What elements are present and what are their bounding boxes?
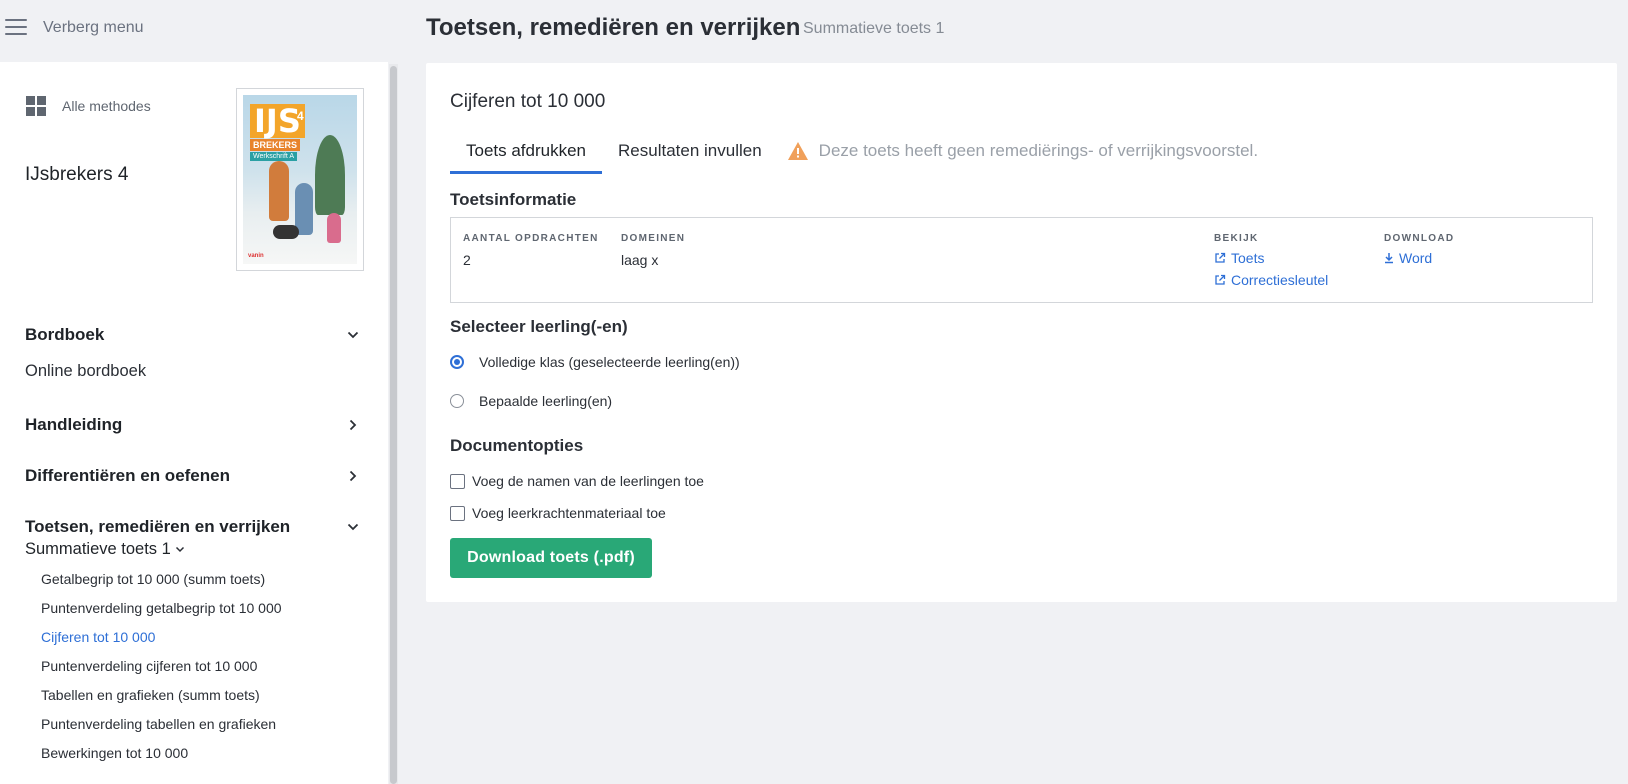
notice: Deze toets heeft geen remediërings- of v… xyxy=(787,132,1258,169)
cover-brekers: BREKERS xyxy=(250,139,301,151)
view-toets-link[interactable]: Toets xyxy=(1214,250,1328,266)
section-toetsinformatie: Toetsinformatie xyxy=(450,190,577,209)
sidebar-item[interactable]: Tabellen en grafieken (summ toets) xyxy=(41,681,282,710)
sidebar-item[interactable]: Getalbegrip tot 10 000 (summ toets) xyxy=(41,565,282,594)
sidebar-section-bordboek[interactable]: Bordboek xyxy=(25,325,361,345)
scrollbar-thumb[interactable] xyxy=(390,66,397,784)
sidebar-section-differentieren[interactable]: Differentiëren en oefenen xyxy=(25,466,361,486)
info-head: DOWNLOAD xyxy=(1384,233,1455,244)
tab-toets-afdrukken[interactable]: Toets afdrukken xyxy=(450,132,603,174)
cover-figure xyxy=(327,213,341,243)
sidebar-item[interactable]: Bewerkingen tot 10 000 xyxy=(41,739,282,768)
radio-label: Volledige klas (geselecteerde leerling(e… xyxy=(479,354,740,370)
link-label: Toets xyxy=(1231,250,1265,266)
grid-icon xyxy=(26,96,46,116)
chevron-right-icon xyxy=(345,417,361,433)
checkbox-label: Voeg leerkrachtenmateriaal toe xyxy=(472,505,666,521)
download-word-link[interactable]: Word xyxy=(1384,250,1454,266)
hide-menu-button[interactable]: Verberg menu xyxy=(43,19,144,37)
info-count: AANTAL OPDRACHTEN 2 xyxy=(463,233,599,268)
sidebar-section-toetsen[interactable]: Toetsen, remediëren en verrijken xyxy=(25,517,361,537)
external-link-icon xyxy=(1214,274,1226,286)
chevron-down-icon xyxy=(345,519,361,535)
cover-werkschrift: Werkschrift A xyxy=(250,152,298,161)
info-head: DOMEINEN xyxy=(621,233,686,244)
sidebar-section-handleiding[interactable]: Handleiding xyxy=(25,415,361,435)
sidebar-sublist: Getalbegrip tot 10 000 (summ toets) Punt… xyxy=(41,565,282,768)
book-title: IJsbrekers 4 xyxy=(25,164,129,185)
book-cover-image[interactable]: IJS 4 BREKERS Werkschrift A vanin xyxy=(236,88,364,271)
info-head: AANTAL OPDRACHTEN xyxy=(463,233,599,244)
sidebar-item[interactable]: Puntenverdeling tabellen en grafieken xyxy=(41,710,282,739)
publisher-logo: vanin xyxy=(248,253,264,259)
section-selecteer-leerlingen: Selecteer leerling(-en) xyxy=(450,317,628,336)
main-card: Cijferen tot 10 000 Toets afdrukken Resu… xyxy=(426,63,1617,602)
radio-button-checked[interactable] xyxy=(450,355,464,369)
checkbox-namen-leerlingen[interactable]: Voeg de namen van de leerlingen toe xyxy=(450,473,704,489)
view-correctiesleutel-link[interactable]: Correctiesleutel xyxy=(1214,272,1328,288)
sidebar-item[interactable]: Puntenverdeling cijferen tot 10 000 xyxy=(41,652,282,681)
cover-dog xyxy=(273,225,299,239)
section-label: Handleiding xyxy=(25,415,123,434)
section-label: Differentiëren en oefenen xyxy=(25,466,230,485)
cover-tree xyxy=(315,135,345,215)
cover-number: 4 xyxy=(297,109,304,123)
checkbox-leerkrachtenmateriaal[interactable]: Voeg leerkrachtenmateriaal toe xyxy=(450,505,666,521)
external-link-icon xyxy=(1214,252,1226,264)
info-view: BEKIJK Toets Correctiesleutel xyxy=(1214,233,1328,288)
cover-figure xyxy=(269,161,289,221)
page-subtitle: Summatieve toets 1 xyxy=(803,20,945,37)
warning-icon xyxy=(787,141,809,161)
link-label: Correctiesleutel xyxy=(1231,272,1329,288)
sidebar-item-active[interactable]: Cijferen tot 10 000 xyxy=(41,623,282,652)
info-value: laag x xyxy=(621,252,659,268)
checkbox[interactable] xyxy=(450,473,465,489)
card-title: Cijferen tot 10 000 xyxy=(450,91,606,112)
info-download: DOWNLOAD Word xyxy=(1384,233,1454,266)
download-pdf-button[interactable]: Download toets (.pdf) xyxy=(450,538,652,578)
info-head: BEKIJK xyxy=(1214,233,1259,244)
checkbox-label: Voeg de namen van de leerlingen toe xyxy=(472,473,704,489)
top-bar: Verberg menu Toetsen, remediëren en verr… xyxy=(0,0,1628,58)
download-icon xyxy=(1384,252,1394,264)
subgroup-summatieve-toets[interactable]: Summatieve toets 1 xyxy=(25,540,185,559)
radio-volledige-klas[interactable]: Volledige klas (geselecteerde leerling(e… xyxy=(450,354,740,370)
chevron-right-icon xyxy=(345,468,361,484)
all-methods-label: Alle methodes xyxy=(62,98,151,114)
page-title: Toetsen, remediëren en verrijken xyxy=(426,14,801,41)
chevron-down-icon xyxy=(175,546,185,553)
tab-bar: Toets afdrukken Resultaten invullen Deze… xyxy=(450,132,1258,174)
section-label: Toetsen, remediëren en verrijken xyxy=(25,517,291,536)
section-label: Bordboek xyxy=(25,325,105,344)
section-documentopties: Documentopties xyxy=(450,436,584,455)
info-box: AANTAL OPDRACHTEN 2 DOMEINEN laag x BEKI… xyxy=(450,217,1593,303)
hamburger-menu-icon[interactable] xyxy=(5,19,27,35)
info-value: 2 xyxy=(463,252,471,268)
subgroup-label: Summatieve toets 1 xyxy=(25,540,171,558)
notice-text: Deze toets heeft geen remediërings- of v… xyxy=(818,141,1259,160)
online-bordboek-link[interactable]: Online bordboek xyxy=(25,362,146,381)
tab-resultaten-invullen[interactable]: Resultaten invullen xyxy=(602,132,778,174)
chevron-down-icon xyxy=(345,327,361,343)
radio-label: Bepaalde leerling(en) xyxy=(479,393,613,409)
cover-artwork: IJS 4 BREKERS Werkschrift A vanin xyxy=(243,95,357,264)
sidebar-item[interactable]: Puntenverdeling getalbegrip tot 10 000 xyxy=(41,594,282,623)
link-label: Word xyxy=(1399,250,1433,266)
info-domains: DOMEINEN laag x xyxy=(621,233,685,268)
all-methods-link[interactable]: Alle methodes xyxy=(26,96,151,116)
radio-bepaalde-leerlingen[interactable]: Bepaalde leerling(en) xyxy=(450,393,612,409)
sidebar-scrollbar[interactable] xyxy=(389,64,398,784)
radio-button[interactable] xyxy=(450,394,464,408)
checkbox[interactable] xyxy=(450,505,465,521)
